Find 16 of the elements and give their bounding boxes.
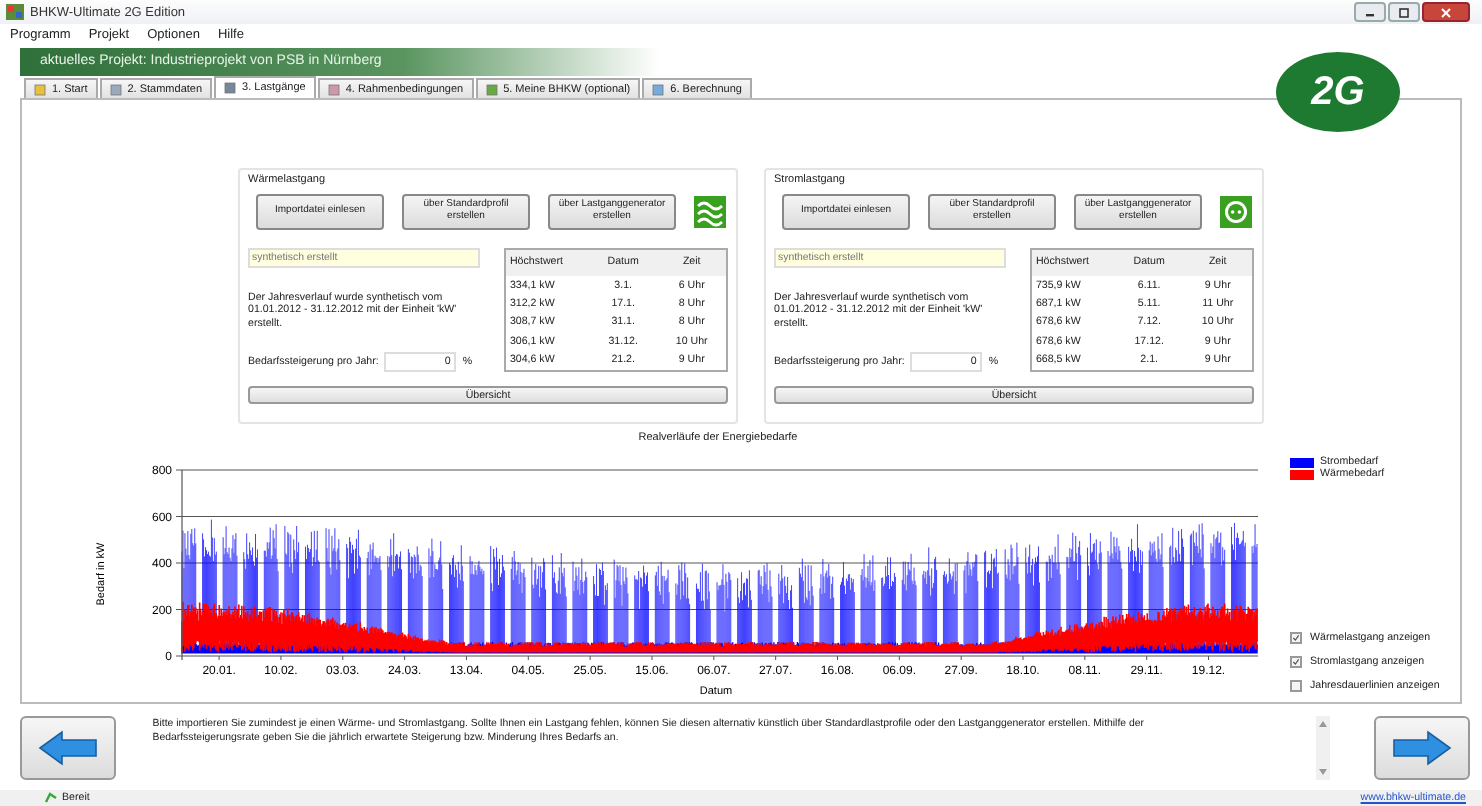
- minimize-button[interactable]: [1354, 2, 1386, 22]
- next-button[interactable]: [1373, 715, 1471, 779]
- maximize-icon: [1398, 7, 1410, 17]
- arrow-right-icon: [1391, 729, 1452, 765]
- close-button[interactable]: [1422, 2, 1470, 22]
- scroll-down-icon: [1317, 767, 1328, 775]
- status-icon: [44, 792, 58, 804]
- socket-icon: [1220, 196, 1252, 228]
- arrow-left-icon: [38, 729, 99, 765]
- app-icon: [6, 4, 24, 20]
- scrollbar[interactable]: [1316, 715, 1330, 779]
- back-button[interactable]: [20, 715, 117, 779]
- maximize-button[interactable]: [1388, 2, 1420, 22]
- scroll-up-icon: [1317, 719, 1328, 727]
- waves-icon: [694, 196, 726, 228]
- close-icon: [1440, 7, 1452, 17]
